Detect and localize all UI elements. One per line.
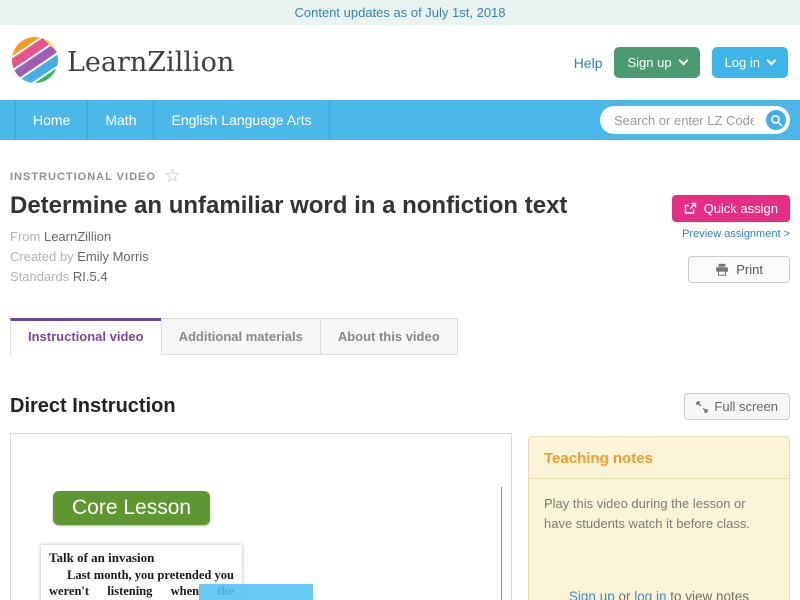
brand-home-link[interactable]: LearnZillion <box>12 37 234 88</box>
learnzillion-logo-icon <box>12 37 58 88</box>
meta-standards-label: Standards <box>10 269 70 284</box>
tab-instructional-video[interactable]: Instructional video <box>10 318 162 355</box>
favorite-star-icon[interactable]: ☆ <box>164 167 181 186</box>
search-container <box>600 106 790 134</box>
printer-icon <box>716 263 729 276</box>
quick-assign-label: Quick assign <box>703 201 778 216</box>
nav-item-home[interactable]: Home <box>15 100 87 140</box>
video-player[interactable]: Core Lesson Talk of an invasion Last mon… <box>10 433 512 600</box>
page-head: INSTRUCTIONAL VIDEO ☆ Determine an unfam… <box>10 140 790 284</box>
search-icon <box>770 114 782 126</box>
preview-assignment-link[interactable]: Preview assignment > <box>640 228 790 240</box>
fullscreen-label: Full screen <box>714 399 778 414</box>
meta-from-label: From <box>10 229 41 244</box>
slide-divider-line <box>501 487 502 600</box>
tab-about-this-video[interactable]: About this video <box>319 318 458 355</box>
teaching-notes-panel: Teaching notes Play this video during th… <box>528 436 790 600</box>
page-content: INSTRUCTIONAL VIDEO ☆ Determine an unfam… <box>0 140 800 600</box>
nav-item-ela[interactable]: English Language Arts <box>153 100 330 140</box>
nav-item-math[interactable]: Math <box>87 100 153 140</box>
meta-standards-value[interactable]: RI.5.4 <box>73 269 108 284</box>
content-update-banner: Content updates as of July 1st, 2018 <box>0 0 800 25</box>
notes-suffix-text: to view notes <box>666 589 750 600</box>
print-button[interactable]: Print <box>688 256 790 283</box>
meta-from-value: LearnZillion <box>43 229 112 244</box>
notes-or-text: or <box>614 589 635 600</box>
chevron-down-icon <box>766 55 777 66</box>
teaching-notes-body: Play this video during the lesson or hav… <box>544 496 750 531</box>
expand-icon <box>696 400 709 413</box>
print-label: Print <box>736 262 763 277</box>
notes-login-link[interactable]: log in <box>634 589 666 600</box>
search-input[interactable] <box>600 106 790 134</box>
tab-additional-materials[interactable]: Additional materials <box>160 318 321 355</box>
brand-wordmark: LearnZillion <box>67 47 235 78</box>
resource-type-label: INSTRUCTIONAL VIDEO <box>10 170 156 183</box>
resource-actions: Quick assign Preview assignment > Print <box>640 195 790 283</box>
section-head: Direct Instruction Full screen <box>10 393 790 420</box>
notes-signup-link[interactable]: Sign up <box>569 589 615 600</box>
signup-button[interactable]: Sign up <box>614 47 700 78</box>
teaching-notes-title: Teaching notes <box>529 437 789 479</box>
banner-text: Content updates as of July 1st, 2018 <box>294 5 506 20</box>
content-row: Core Lesson Talk of an invasion Last mon… <box>10 433 790 600</box>
meta-author-label: Created by <box>10 249 74 264</box>
section-title: Direct Instruction <box>10 395 176 417</box>
quick-assign-button[interactable]: Quick assign <box>671 195 790 222</box>
meta-author-value: Emily Morris <box>77 249 149 264</box>
help-link[interactable]: Help <box>574 55 603 71</box>
teaching-notes-footer: Sign up or log in to view notes <box>529 589 789 600</box>
header-actions: Help Sign up Log in <box>574 47 788 78</box>
chevron-down-icon <box>678 55 689 66</box>
login-label: Log in <box>724 55 760 70</box>
main-nav: Home Math English Language Arts <box>0 100 800 140</box>
site-header: LearnZillion Help Sign up Log in <box>0 25 800 100</box>
search-button[interactable] <box>765 109 787 131</box>
share-icon <box>684 202 696 214</box>
core-lesson-badge: Core Lesson <box>53 491 211 525</box>
tab-bar: Instructional video Additional materials… <box>10 318 790 355</box>
login-button[interactable]: Log in <box>711 47 788 78</box>
video-annotation-overlay <box>199 584 313 600</box>
excerpt-heading: Talk of an invasion <box>49 550 155 565</box>
signup-label: Sign up <box>627 55 672 70</box>
fullscreen-button[interactable]: Full screen <box>684 393 790 420</box>
